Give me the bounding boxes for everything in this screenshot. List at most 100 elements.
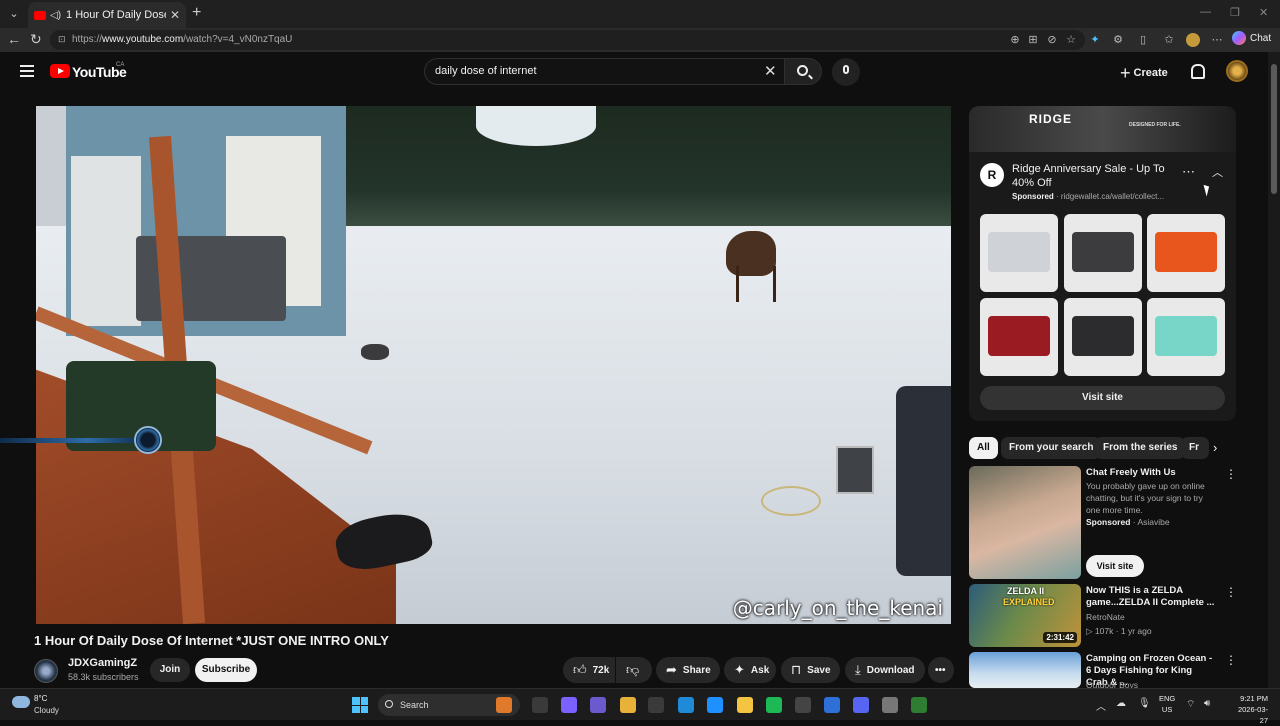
volume-icon[interactable]: 🔊︎ — [1204, 698, 1210, 709]
widget-app-icon[interactable] — [496, 697, 512, 713]
video-player[interactable]: @carly_on_the_kenai — [36, 106, 951, 624]
clear-search-icon[interactable]: ✕ — [764, 62, 777, 80]
dislike-button[interactable]: 👎︎ — [616, 657, 652, 683]
save-button[interactable]: ⊓ Save — [781, 657, 840, 683]
video-more-icon-2[interactable]: ⋮ — [1225, 653, 1237, 667]
sponsored-visit-site-button[interactable]: Visit site — [1086, 555, 1144, 577]
chip-from-your-search[interactable]: From your search — [1001, 437, 1102, 459]
window-close-icon[interactable]: ✕ — [1259, 6, 1268, 19]
video-title-rec[interactable]: Now THIS is a ZELDA game...ZELDA II Comp… — [1086, 585, 1216, 609]
chip-from-the-series[interactable]: From the series — [1095, 437, 1186, 459]
ad-product-tile[interactable] — [1064, 298, 1142, 376]
favorites-icon[interactable]: ✩ — [1162, 33, 1176, 47]
back-icon[interactable]: ← — [7, 31, 21, 47]
seek-handle[interactable] — [134, 426, 162, 454]
like-button[interactable]: 👍︎ 72k — [563, 657, 615, 683]
chips-next-chevron-icon[interactable]: › — [1213, 440, 1217, 455]
new-tab-icon[interactable]: + — [192, 4, 201, 22]
language-indicator[interactable]: ENG US — [1159, 693, 1175, 715]
weather-cloud-icon[interactable] — [12, 696, 30, 708]
tracking-icon[interactable]: ⊘ — [1045, 33, 1059, 47]
app-icon[interactable] — [882, 697, 898, 713]
notes-app-icon[interactable] — [737, 697, 753, 713]
ad-product-tile[interactable] — [980, 298, 1058, 376]
restore-icon[interactable]: ❐ — [1230, 6, 1240, 19]
video-channel-2[interactable]: Outdoor Boys — [1086, 679, 1138, 688]
windows-start-icon[interactable] — [352, 697, 368, 713]
subscribe-button[interactable]: Subscribe — [195, 658, 257, 682]
ad-product-tile[interactable] — [1064, 214, 1142, 292]
video-channel[interactable]: RetroNate — [1086, 611, 1125, 623]
join-button[interactable]: Join — [150, 658, 190, 682]
sponsored-thumbnail[interactable] — [969, 466, 1081, 579]
chip-partial[interactable]: Fr — [1181, 437, 1209, 459]
youtube-logo-icon[interactable] — [50, 64, 70, 78]
ad-product-tile[interactable] — [1147, 214, 1225, 292]
ask-button[interactable]: ✦ Ask — [724, 657, 776, 683]
search-button[interactable] — [784, 58, 822, 85]
sponsored-more-icon[interactable]: ⋮ — [1225, 467, 1237, 481]
extension-icon[interactable]: ✦ — [1088, 33, 1102, 47]
page-scrollbar-thumb[interactable] — [1271, 64, 1277, 194]
copilot-app-icon[interactable] — [561, 697, 577, 713]
split-screen-icon[interactable]: ▯ — [1136, 33, 1150, 47]
spotify-app-icon[interactable] — [766, 697, 782, 713]
task-view-icon[interactable] — [532, 697, 548, 713]
channel-name[interactable]: JDXGamingZ — [68, 657, 137, 669]
download-button[interactable]: ⤓ Download — [845, 657, 925, 683]
profile-icon[interactable] — [1186, 33, 1200, 47]
more-menu-icon[interactable]: ⋯ — [1210, 33, 1224, 47]
ad-title[interactable]: Ridge Anniversary Sale - Up To 40% Off — [1012, 162, 1172, 190]
teams-app-icon[interactable] — [590, 697, 606, 713]
extensions-puzzle-icon[interactable]: ⚙ — [1111, 33, 1125, 47]
app-available-icon[interactable]: ⊞ — [1026, 33, 1040, 47]
sponsored-title[interactable]: Chat Freely With Us — [1086, 467, 1216, 479]
store-app-icon[interactable] — [648, 697, 664, 713]
ad-banner-image[interactable]: RIDGE DESIGNED FOR LIFE. — [969, 106, 1236, 152]
tab-actions-menu-icon[interactable]: ⌄ — [4, 4, 24, 24]
weather-temp[interactable]: 8°C — [34, 694, 47, 703]
tray-chevron-icon[interactable]: ︿ — [1096, 698, 1106, 713]
mic-tray-icon[interactable]: 🎙︎ — [1138, 698, 1151, 709]
video-thumbnail-2[interactable] — [969, 652, 1081, 688]
notifications-bell-icon[interactable] — [1190, 64, 1205, 79]
app-icon[interactable] — [824, 697, 840, 713]
ad-more-icon[interactable]: ⋯ — [1182, 164, 1195, 180]
share-button[interactable]: ➦ Share — [656, 657, 720, 683]
voice-search-button[interactable] — [832, 58, 860, 86]
seek-bar[interactable] — [0, 438, 147, 443]
clock[interactable]: 9:21 PM 2026-03-27 — [1230, 693, 1268, 726]
video-more-icon[interactable]: ⋮ — [1225, 585, 1237, 599]
site-info-icon[interactable]: ⊡ — [58, 34, 66, 45]
app-icon[interactable] — [911, 697, 927, 713]
translate-icon[interactable]: ⊕ — [1008, 33, 1022, 47]
edge-browser-icon[interactable] — [678, 697, 694, 713]
ad-collapse-chevron-icon[interactable]: ︿ — [1212, 164, 1223, 180]
app-icon[interactable] — [795, 697, 811, 713]
more-actions-button[interactable]: ••• — [928, 657, 954, 683]
minimize-icon[interactable]: — — [1200, 6, 1211, 18]
channel-avatar[interactable] — [34, 659, 58, 683]
chip-all[interactable]: All — [969, 437, 998, 459]
account-avatar[interactable] — [1226, 60, 1248, 82]
tab-close-icon[interactable]: ✕ — [170, 8, 180, 22]
menu-icon[interactable] — [20, 65, 34, 80]
ad-visit-site-button[interactable]: Visit site — [980, 386, 1225, 410]
favorite-star-icon[interactable]: ☆ — [1064, 33, 1078, 47]
browser-tab[interactable]: ◁) 1 Hour Of Daily Dose Of Inter ✕ — [28, 2, 186, 28]
search-input[interactable]: daily dose of internet — [424, 58, 784, 85]
file-explorer-icon[interactable] — [620, 697, 636, 713]
network-icon[interactable]: ⌔ — [1186, 698, 1195, 711]
ad-product-tile[interactable] — [980, 214, 1058, 292]
ad-product-tile[interactable] — [1147, 298, 1225, 376]
create-button[interactable]: + Create — [1120, 63, 1168, 84]
url-field[interactable]: https://www.youtube.com/watch?v=4_vN0nzT… — [50, 30, 1085, 50]
steam-app-icon[interactable] — [707, 697, 723, 713]
ad-advertiser-logo[interactable]: R — [980, 163, 1004, 187]
video-thumbnail[interactable]: ZELDA II EXPLAINED 2:31:42 — [969, 584, 1081, 647]
reload-icon[interactable]: ↻ — [30, 31, 42, 48]
copilot-chat-button[interactable]: Chat — [1232, 31, 1271, 45]
cloud-tray-icon[interactable]: ☁ — [1116, 698, 1126, 709]
speaker-icon[interactable]: ◁) — [50, 10, 61, 21]
discord-app-icon[interactable] — [853, 697, 869, 713]
